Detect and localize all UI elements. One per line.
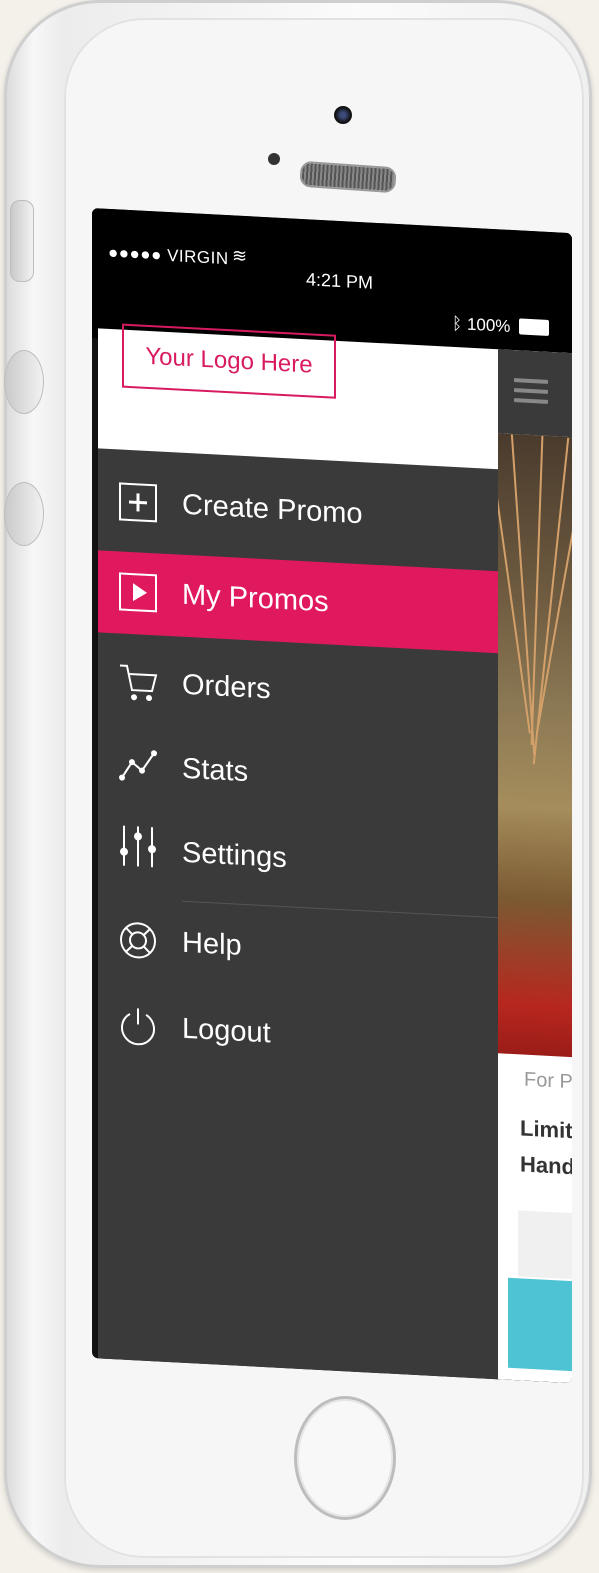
menu-label: My Promos — [182, 578, 329, 619]
play-square-icon — [119, 572, 157, 613]
logo-placeholder[interactable]: Your Logo Here — [122, 323, 336, 399]
line-chart-icon — [119, 750, 157, 781]
bluetooth-icon: ᛒ — [452, 313, 463, 334]
nav-drawer: Create Promo My Promos Orders Stats Sett… — [98, 448, 498, 1384]
plus-square-icon — [119, 482, 157, 523]
menu-label: Stats — [182, 752, 249, 789]
carrier-label: ●●●●● VIRGIN — [108, 242, 229, 269]
menu-item-my-promos[interactable]: My Promos — [98, 550, 498, 654]
main-content-peek[interactable]: For P Limit Hand — [498, 349, 572, 1384]
promo-photo — [498, 433, 572, 1058]
cart-icon — [120, 664, 158, 701]
promo-category: For P — [524, 1068, 572, 1094]
battery-icon — [519, 318, 550, 336]
battery-percent: 100% — [466, 314, 511, 336]
menu-label: Help — [182, 926, 242, 962]
power-icon — [121, 1008, 155, 1046]
volume-up-button — [4, 350, 44, 414]
promo-title-line-2: Hand — [520, 1151, 572, 1180]
promo-title: Limit Hand — [520, 1110, 572, 1185]
content-top-bar — [498, 349, 572, 438]
menu-item-logout[interactable]: Logout — [98, 986, 498, 1083]
hamburger-menu-icon[interactable] — [514, 378, 548, 406]
menu-label: Orders — [182, 668, 271, 706]
menu-item-settings[interactable]: Settings — [98, 810, 498, 907]
lifebuoy-icon — [120, 922, 156, 959]
menu-label: Logout — [182, 1012, 271, 1050]
menu-label: Create Promo — [182, 488, 363, 531]
wifi-icon: ≋ — [232, 245, 248, 267]
volume-down-button — [4, 482, 44, 546]
battery-status: ᛒ 100% — [452, 313, 550, 339]
menu-item-stats[interactable]: Stats — [98, 726, 498, 823]
mute-switch — [10, 200, 34, 282]
menu-item-orders[interactable]: Orders — [98, 642, 498, 739]
sliders-icon — [120, 825, 156, 868]
screen: ●●●●● VIRGIN ≋ 4:21 PM ᛒ 100% Your Logo … — [92, 208, 572, 1384]
home-button[interactable] — [294, 1396, 396, 1520]
promo-action-button[interactable] — [508, 1277, 572, 1372]
front-camera — [334, 106, 352, 124]
menu-label: Settings — [182, 836, 287, 875]
proximity-sensor — [268, 153, 280, 165]
menu-item-create-promo[interactable]: Create Promo — [98, 462, 498, 559]
clock: 4:21 PM — [306, 269, 374, 293]
promo-card — [518, 1210, 572, 1280]
promo-title-line-1: Limit — [520, 1115, 572, 1144]
